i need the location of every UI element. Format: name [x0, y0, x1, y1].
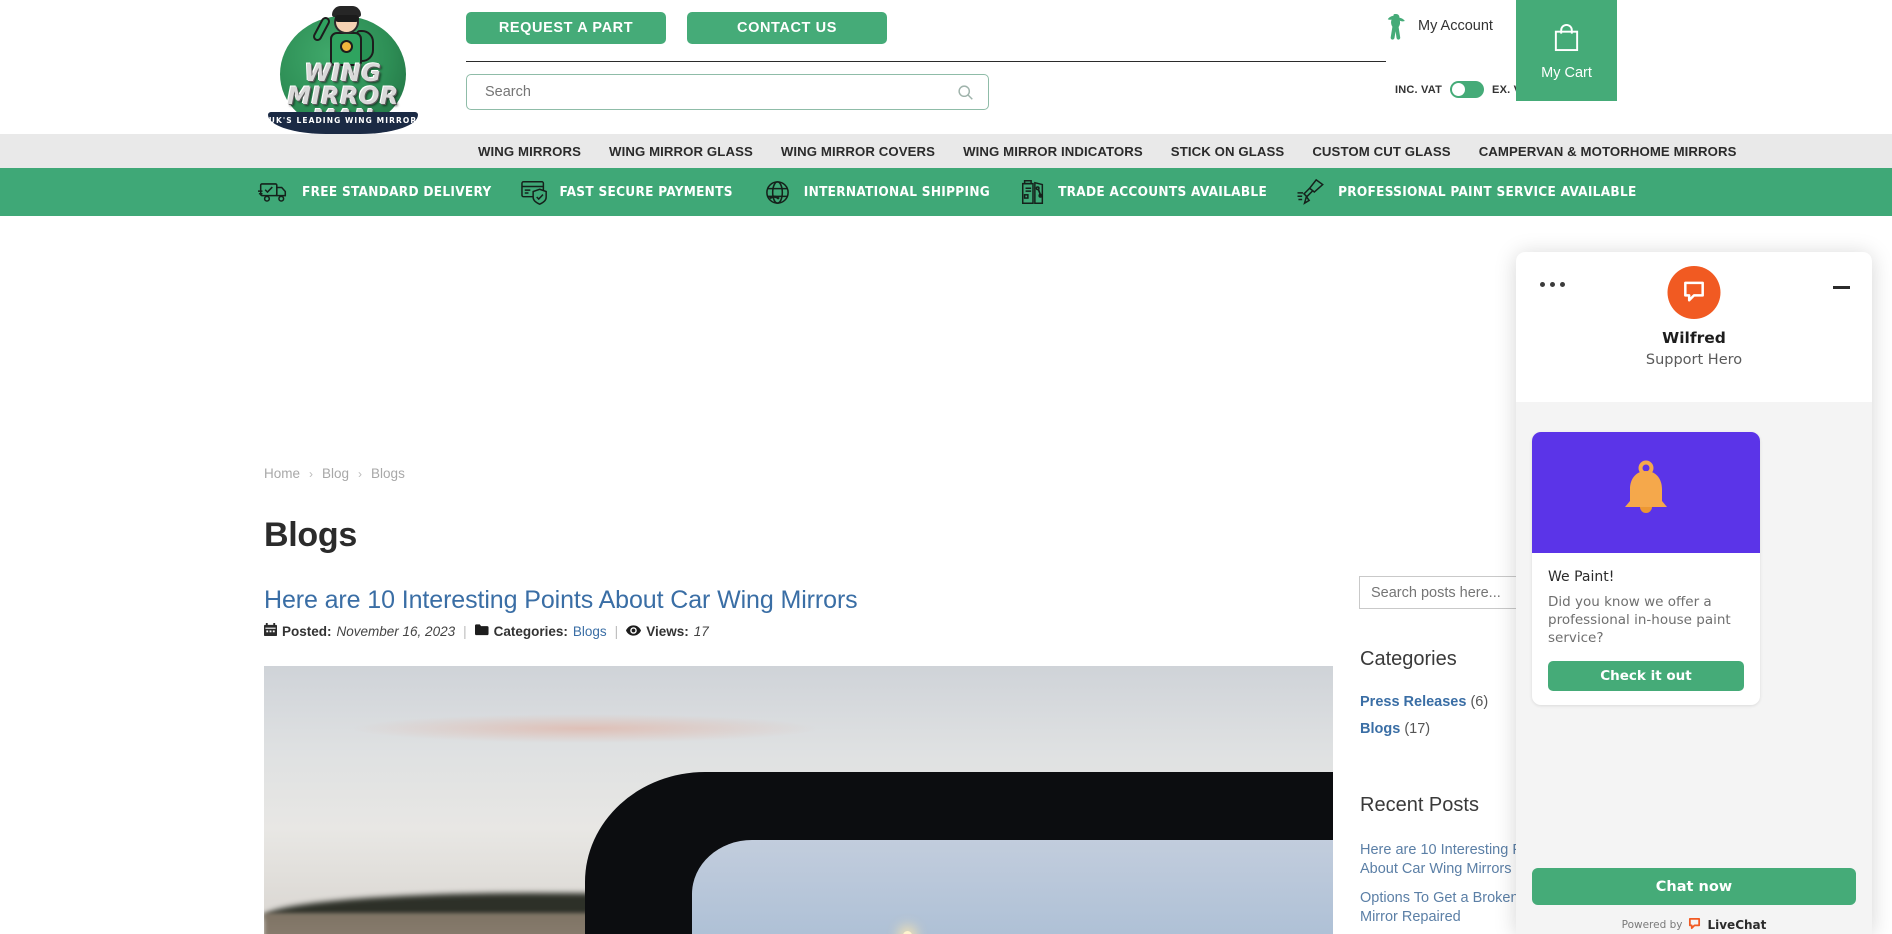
- vat-toggle-switch[interactable]: [1450, 81, 1485, 98]
- account-person-icon: [1385, 12, 1409, 40]
- livechat-body: We Paint! Did you know we offer a profes…: [1516, 402, 1872, 862]
- promo-text: We Paint! Did you know we offer a profes…: [1532, 553, 1760, 705]
- promo-card[interactable]: We Paint! Did you know we offer a profes…: [1532, 432, 1760, 705]
- header-divider: [466, 61, 1386, 62]
- livechat-logo-icon: [1688, 917, 1701, 933]
- category-link[interactable]: Blogs: [1360, 721, 1400, 737]
- views-label: Views:: [646, 623, 689, 639]
- livechat-bubble-icon: [1667, 266, 1721, 319]
- powered-by-livechat: Powered by LiveChat: [1516, 917, 1872, 933]
- search-input[interactable]: [485, 75, 935, 109]
- site-logo[interactable]: WING MIRROR MAN UK'S LEADING WING MIRROR…: [258, 0, 428, 142]
- livechat-brand-label: LiveChat: [1707, 918, 1767, 932]
- feature-label: TRADE ACCOUNTS AVAILABLE: [1058, 184, 1268, 200]
- secure-card-icon: [520, 179, 550, 206]
- feature-label: FREE STANDARD DELIVERY: [302, 184, 492, 200]
- posted-date: November 16, 2023: [336, 623, 456, 639]
- feature-professional-paint-service[interactable]: PROFESSIONAL PAINT SERVICE AVAILABLE: [1295, 178, 1665, 206]
- livechat-header: Wilfred Support Hero: [1516, 252, 1872, 402]
- feature-label: FAST SECURE PAYMENTS: [559, 184, 733, 200]
- header-search[interactable]: [466, 74, 989, 110]
- check-it-out-button[interactable]: Check it out: [1548, 661, 1744, 691]
- breadcrumb-item-blog[interactable]: Blog: [322, 466, 349, 481]
- powered-by-label: Powered by: [1621, 919, 1683, 931]
- feature-international-shipping[interactable]: INTERNATIONAL SHIPPING: [761, 179, 1018, 206]
- livechat-widget: Wilfred Support Hero We Paint! Did you k…: [1516, 252, 1872, 934]
- agent-name: Wilfred: [1662, 329, 1726, 347]
- my-cart-label: My Cart: [1541, 64, 1592, 81]
- nav-item-wing-mirror-glass[interactable]: WING MIRROR GLASS: [595, 144, 767, 159]
- main-navigation: WING MIRRORS WING MIRROR GLASS WING MIRR…: [0, 134, 1892, 168]
- breadcrumb-item-home[interactable]: Home: [264, 466, 300, 481]
- eye-icon: [626, 624, 642, 639]
- inc-vat-label: INC. VAT: [1395, 83, 1443, 96]
- search-icon[interactable]: [957, 84, 974, 101]
- page-title: Blogs: [264, 516, 357, 554]
- post-title-link[interactable]: Here are 10 Interesting Points About Car…: [264, 586, 858, 615]
- site-header: WING MIRROR MAN UK'S LEADING WING MIRROR…: [0, 0, 1892, 142]
- vat-toggle-group[interactable]: INC. VAT EX. VAT: [1395, 81, 1535, 98]
- post-meta: Posted: November 16, 2023 | Categories: …: [264, 623, 709, 639]
- logo-line-1: WING MIRROR: [287, 59, 399, 110]
- livechat-footer: Chat now Powered by LiveChat: [1516, 862, 1872, 934]
- chevron-right-icon: ›: [309, 466, 314, 481]
- nav-item-wing-mirror-covers[interactable]: WING MIRROR COVERS: [767, 144, 949, 159]
- post-featured-image[interactable]: [264, 666, 1333, 934]
- nav-item-stick-on-glass[interactable]: STICK ON GLASS: [1157, 144, 1299, 159]
- views-count: 17: [693, 623, 709, 639]
- feature-fast-secure-payments[interactable]: FAST SECURE PAYMENTS: [520, 179, 761, 206]
- feature-label: PROFESSIONAL PAINT SERVICE AVAILABLE: [1338, 184, 1637, 200]
- feature-label: INTERNATIONAL SHIPPING: [803, 184, 991, 200]
- usp-feature-bar: FREE STANDARD DELIVERY FAST SECURE PAYME…: [0, 168, 1892, 216]
- trade-account-icon: [1018, 178, 1048, 206]
- my-account-label: My Account: [1418, 18, 1493, 34]
- nav-item-campervan-motorhome-mirrors[interactable]: CAMPERVAN & MOTORHOME MIRRORS: [1465, 144, 1751, 159]
- categories-heading: Categories: [1360, 648, 1457, 670]
- nav-item-wing-mirror-indicators[interactable]: WING MIRROR INDICATORS: [949, 144, 1157, 159]
- contact-us-button[interactable]: CONTACT US: [687, 12, 887, 44]
- category-link[interactable]: Press Releases: [1360, 694, 1466, 710]
- chat-now-button[interactable]: Chat now: [1532, 868, 1856, 905]
- folder-icon: [474, 623, 489, 639]
- chevron-right-icon: ›: [358, 466, 363, 481]
- feature-trade-accounts-available[interactable]: TRADE ACCOUNTS AVAILABLE: [1018, 178, 1295, 206]
- my-account-link[interactable]: My Account: [1385, 12, 1493, 40]
- my-cart-button[interactable]: My Cart: [1516, 0, 1617, 101]
- category-count: (17): [1404, 721, 1431, 737]
- delivery-truck-icon: [258, 179, 292, 205]
- posted-label: Posted:: [282, 623, 332, 639]
- breadcrumb-item-blogs[interactable]: Blogs: [371, 466, 405, 481]
- nav-item-wing-mirrors[interactable]: WING MIRRORS: [464, 144, 595, 159]
- request-a-part-button[interactable]: REQUEST A PART: [466, 12, 666, 44]
- promo-image: [1532, 432, 1760, 553]
- post-category-link[interactable]: Blogs: [573, 624, 607, 639]
- meta-separator: |: [614, 623, 619, 639]
- meta-separator: |: [463, 623, 467, 639]
- agent-role: Support Hero: [1645, 352, 1743, 368]
- vat-toggle-knob: [1452, 83, 1466, 96]
- spray-gun-icon: [1295, 178, 1328, 206]
- breadcrumb: Home › Blog › Blogs: [264, 466, 405, 481]
- shopping-bag-icon: [1552, 21, 1581, 58]
- promo-description: Did you know we offer a professional in-…: [1548, 594, 1731, 646]
- recent-posts-heading: Recent Posts: [1360, 794, 1479, 816]
- page-root: WING MIRROR MAN UK'S LEADING WING MIRROR…: [0, 0, 1892, 934]
- minimize-icon[interactable]: [1833, 286, 1850, 289]
- feature-free-standard-delivery[interactable]: FREE STANDARD DELIVERY: [258, 179, 520, 205]
- more-options-icon[interactable]: [1540, 282, 1565, 287]
- category-count: (6): [1470, 694, 1489, 710]
- globe-icon: [761, 179, 794, 206]
- nav-item-custom-cut-glass[interactable]: CUSTOM CUT GLASS: [1298, 144, 1464, 159]
- categories-label: Categories:: [493, 623, 568, 639]
- calendar-icon: [264, 623, 277, 639]
- bell-icon: [1616, 459, 1676, 526]
- promo-title: We Paint!: [1548, 569, 1615, 585]
